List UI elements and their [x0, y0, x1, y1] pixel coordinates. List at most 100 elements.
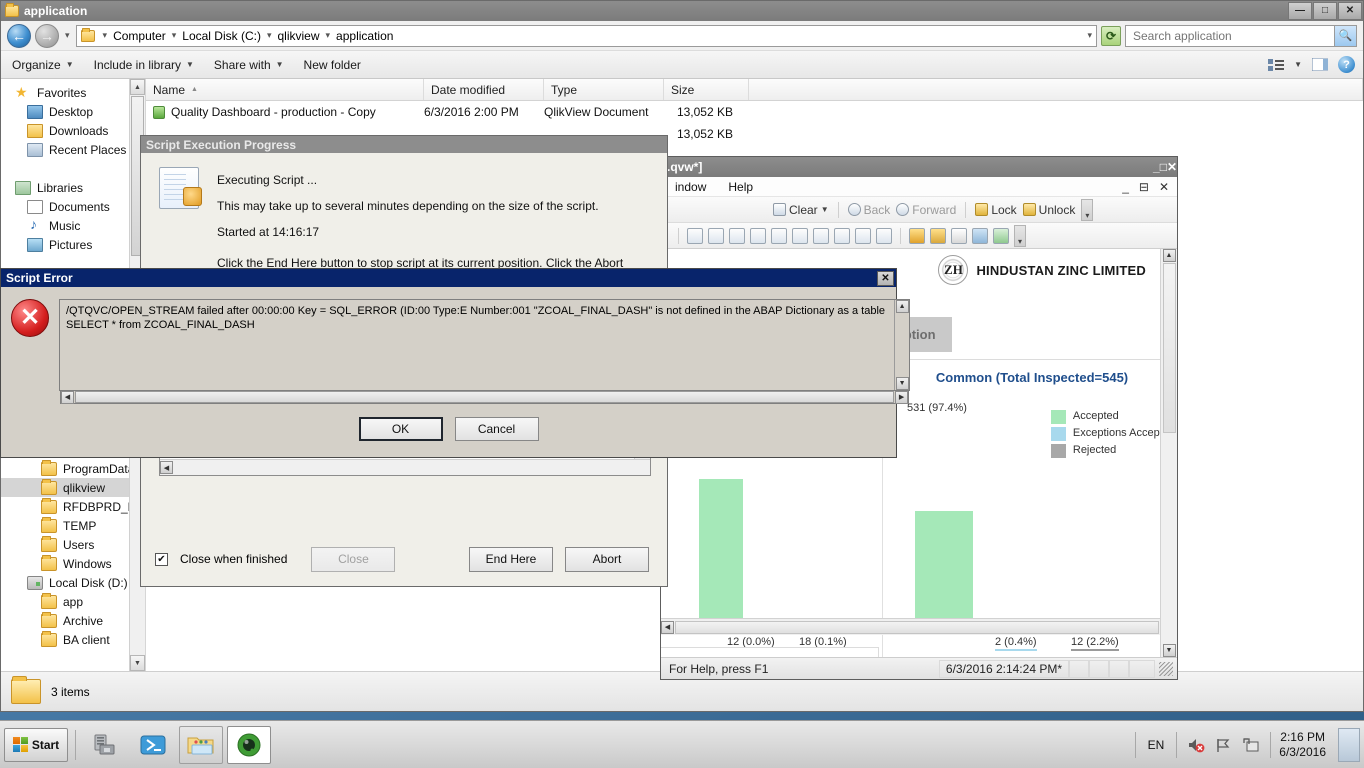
end-here-button[interactable]: End Here	[469, 546, 553, 572]
minimize-button[interactable]: —	[1288, 2, 1312, 20]
close-button[interactable]: ✕	[1167, 160, 1177, 174]
scroll-down-arrow[interactable]: ▼	[130, 655, 145, 671]
breadcrumb-item-application[interactable]: application	[333, 28, 396, 44]
properties-icon[interactable]	[972, 227, 988, 244]
breadcrumb-item-qlikview[interactable]: qlikview	[275, 28, 323, 44]
scroll-up-arrow[interactable]: ▲	[130, 79, 145, 95]
resize-equal-icon[interactable]	[876, 227, 892, 244]
sidebar-item-recent-places[interactable]: Recent Places	[1, 140, 145, 159]
align-middle-icon[interactable]	[771, 227, 787, 244]
unlock-button[interactable]: Unlock	[1022, 203, 1075, 217]
close-button[interactable]: Close	[311, 546, 396, 572]
back-button[interactable]: Back	[847, 203, 890, 217]
publish-icon[interactable]	[993, 227, 1009, 244]
taskbar-item-windows-explorer[interactable]	[179, 725, 223, 764]
close-button[interactable]: ✕	[1338, 2, 1362, 20]
view-dropdown-caret[interactable]: ▼	[1294, 60, 1302, 69]
log-scroll-left-arrow[interactable]: ◀	[160, 461, 173, 474]
sheet-vertical-scrollbar[interactable]: ▲ ▼	[1160, 249, 1177, 657]
organize-button[interactable]: Organize ▼	[9, 56, 77, 74]
show-desktop-button[interactable]	[1338, 727, 1360, 762]
change-view-icon[interactable]	[1268, 58, 1285, 72]
sidebar-item-downloads[interactable]: Downloads	[1, 121, 145, 140]
sidebar-item-desktop[interactable]: Desktop	[1, 102, 145, 121]
sidebar-item-rfdbprd-back[interactable]: RFDBPRD_BACK	[1, 497, 145, 516]
sidebar-item-temp[interactable]: TEMP	[1, 516, 145, 535]
sidebar-item-music[interactable]: Music	[1, 216, 145, 235]
search-box[interactable]: 🔍	[1125, 24, 1357, 47]
scroll-left-arrow[interactable]: ◀	[661, 620, 674, 634]
forward-button[interactable]: →	[35, 23, 59, 48]
language-indicator[interactable]: EN	[1136, 738, 1177, 752]
sidebar-item-archive[interactable]: Archive	[1, 611, 145, 630]
taskbar-item-qlikview[interactable]	[227, 725, 271, 764]
breadcrumb-item-computer[interactable]: Computer	[110, 28, 169, 44]
align-top-icon[interactable]	[750, 227, 766, 244]
align-left-icon[interactable]	[687, 227, 703, 244]
column-date-modified[interactable]: Date modified	[424, 79, 544, 100]
error-scroll-down-arrow[interactable]: ▼	[895, 377, 909, 390]
start-button[interactable]: Start	[4, 727, 68, 762]
mdi-close-button[interactable]: ✕	[1159, 180, 1169, 194]
table-row[interactable]: Quality Dashboard - production - Copy 6/3…	[146, 101, 1363, 123]
error-message-box[interactable]: /QTQVC/OPEN_STREAM failed after 00:00:00…	[59, 299, 911, 404]
sidebar-item-local-disk-d[interactable]: Local Disk (D:)	[1, 573, 145, 592]
sidebar-item-ba-client[interactable]: BA client	[1, 630, 145, 649]
edit-module-icon[interactable]	[951, 227, 967, 244]
minimize-button[interactable]: _	[1153, 160, 1160, 174]
new-folder-button[interactable]: New folder	[301, 56, 364, 74]
scroll-up-arrow[interactable]: ▲	[1162, 249, 1176, 262]
maximize-button[interactable]: □	[1313, 2, 1337, 20]
search-icon[interactable]: 🔍	[1334, 25, 1356, 46]
taskbar-item-server-manager[interactable]	[83, 726, 127, 764]
error-scroll-up-arrow[interactable]: ▲	[895, 300, 909, 313]
sidebar-item-programdata[interactable]: ProgramData	[1, 459, 145, 478]
back-button[interactable]: ←	[7, 23, 31, 48]
edit-script-icon[interactable]	[909, 227, 925, 244]
error-scroll-left-arrow[interactable]: ◀	[61, 390, 74, 404]
table-viewer-icon[interactable]	[930, 227, 946, 244]
sidebar-item-windows[interactable]: Windows	[1, 554, 145, 573]
sidebar-item-documents[interactable]: Documents	[1, 197, 145, 216]
ok-button[interactable]: OK	[358, 417, 443, 441]
toolbar-overflow-button[interactable]: ▾	[1081, 198, 1094, 221]
distribute-horizontal-icon[interactable]	[834, 227, 850, 244]
sidebar-item-favorites[interactable]: Favorites	[1, 83, 145, 102]
align-right-icon[interactable]	[729, 227, 745, 244]
clock[interactable]: 2:16 PM 6/3/2016	[1271, 730, 1334, 760]
resize-grip-icon[interactable]	[1159, 661, 1173, 676]
scroll-down-arrow[interactable]: ▼	[1162, 644, 1176, 657]
mdi-restore-button[interactable]: ⊟	[1139, 180, 1149, 194]
breadcrumb[interactable]: ▾ Computer ▾ Local Disk (C:) ▾ qlikview …	[75, 24, 1097, 47]
forward-button[interactable]: Forward	[896, 203, 956, 217]
sidebar-item-pictures[interactable]: Pictures	[1, 235, 145, 254]
date-filter-panel[interactable]: 01/01/2013	[661, 647, 879, 657]
hscroll-thumb[interactable]	[675, 620, 1159, 634]
breadcrumb-item-local-disk[interactable]: Local Disk (C:)	[179, 28, 264, 44]
recent-pages-dropdown[interactable]: ▾	[63, 30, 72, 41]
mdi-minimize-button[interactable]: _	[1122, 180, 1129, 194]
close-icon[interactable]: ✕	[877, 270, 894, 286]
error-scroll-right-arrow[interactable]: ▶	[895, 390, 909, 404]
menu-window[interactable]: indow	[675, 180, 706, 194]
vscroll-thumb[interactable]	[1162, 263, 1176, 433]
search-input[interactable]	[1131, 27, 1334, 44]
maximize-button[interactable]: □	[1160, 160, 1167, 174]
column-type[interactable]: Type	[544, 79, 664, 100]
close-when-finished-checkbox[interactable]: ✔	[155, 552, 168, 566]
distribute-vertical-icon[interactable]	[813, 227, 829, 244]
error-horizontal-scrollbar[interactable]: ◀ ▶	[60, 390, 910, 404]
sidebar-item-qlikview[interactable]: qlikview	[1, 478, 145, 497]
column-size[interactable]: Size	[664, 79, 749, 100]
taskbar-item-powershell[interactable]	[131, 726, 175, 764]
align-bottom-icon[interactable]	[792, 227, 808, 244]
share-with-button[interactable]: Share with ▼	[211, 56, 287, 74]
error-hscroll-thumb[interactable]	[75, 391, 895, 403]
error-vertical-scrollbar[interactable]: ▲ ▼	[894, 300, 910, 390]
log-horizontal-scrollbar[interactable]: ◀	[160, 459, 650, 475]
lock-button[interactable]: Lock	[975, 203, 1017, 217]
breadcrumb-history-caret[interactable]: ▾	[1087, 30, 1092, 41]
sidebar-item-users[interactable]: Users	[1, 535, 145, 554]
align-center-icon[interactable]	[708, 227, 724, 244]
menu-help[interactable]: Help	[728, 180, 753, 194]
